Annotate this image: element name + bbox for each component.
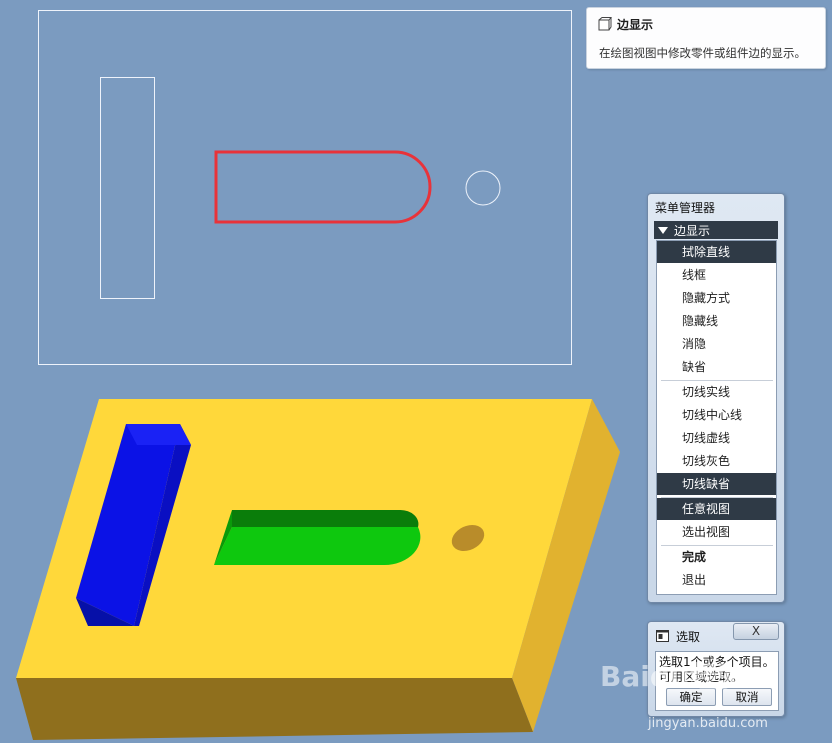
green-slot-floor	[214, 527, 421, 566]
tooltip-description: 在绘图视图中修改零件或组件边的显示。	[599, 46, 806, 60]
blue-block-face	[126, 424, 191, 445]
tooltip-title: 边显示	[617, 18, 654, 32]
select-dialog-title: 选取	[676, 630, 701, 644]
menu-item-quit[interactable]: 退出	[657, 569, 776, 591]
menu-item-hidden-mode[interactable]: 隐藏方式	[657, 287, 776, 309]
menu-item-default[interactable]: 缺省	[657, 356, 776, 378]
part-front-face	[16, 678, 533, 740]
3d-part-model[interactable]	[16, 399, 620, 740]
menu-manager-title: 菜单管理器	[655, 201, 716, 215]
menu-section-edge-display[interactable]: 边显示	[654, 221, 778, 239]
menu-item-tangent-default[interactable]: 切线缺省	[657, 473, 776, 495]
menu-item-erase-line[interactable]: 拭除直线	[657, 241, 776, 263]
watermark-brand: Baidu经验	[600, 660, 746, 693]
edge-display-icon	[598, 17, 612, 31]
menu-item-tangent-dashed[interactable]: 切线虚线	[657, 427, 776, 449]
menu-list: 拭除直线 线框 隐藏方式 隐藏线 消隐 缺省 切线实线 切线中心线 切线虚线 切…	[656, 240, 777, 595]
highlighted-slot-edge[interactable]	[214, 150, 432, 224]
menu-item-tangent-centerline[interactable]: 切线中心线	[657, 404, 776, 426]
menu-item-tangent-gray[interactable]: 切线灰色	[657, 450, 776, 472]
select-window-icon	[656, 630, 669, 642]
menu-item-no-hidden[interactable]: 消隐	[657, 333, 776, 355]
menu-item-any-view[interactable]: 任意视图	[657, 498, 776, 520]
menu-item-pick-view[interactable]: 选出视图	[657, 521, 776, 543]
menu-section-label: 边显示	[674, 224, 711, 238]
edge-display-tooltip: 边显示 在绘图视图中修改零件或组件边的显示。	[586, 7, 826, 69]
menu-item-wireframe[interactable]: 线框	[657, 264, 776, 286]
menu-item-tangent-solid[interactable]: 切线实线	[657, 381, 776, 403]
drawing-hole-edge[interactable]	[465, 170, 501, 206]
menu-item-done[interactable]: 完成	[657, 546, 776, 568]
watermark-url: jingyan.baidu.com	[648, 716, 768, 731]
green-slot-back-wall	[232, 509, 419, 527]
close-button[interactable]: X	[733, 623, 779, 640]
triangle-down-icon	[658, 227, 668, 234]
menu-manager-panel: 菜单管理器 边显示 拭除直线 线框 隐藏方式 隐藏线 消隐 缺省 切线实线 切线…	[647, 193, 785, 603]
menu-item-hidden-line[interactable]: 隐藏线	[657, 310, 776, 332]
